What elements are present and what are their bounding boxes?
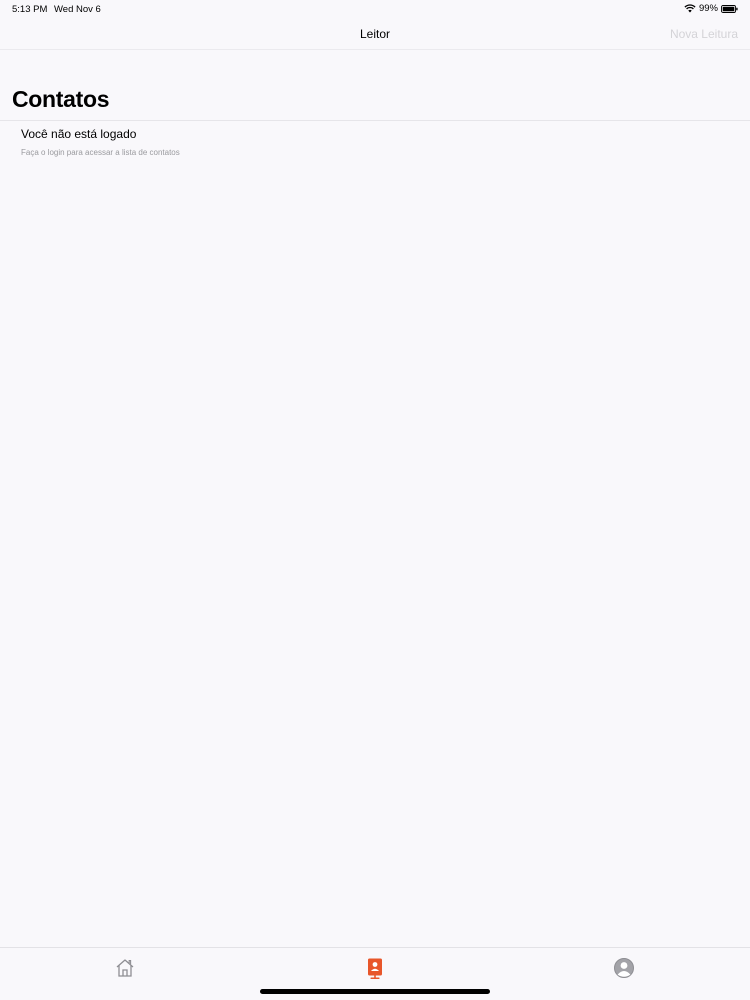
tab-profile[interactable]	[612, 956, 636, 980]
tab-contacts[interactable]	[363, 956, 387, 980]
status-date: Wed Nov 6	[54, 4, 101, 15]
title-divider	[0, 120, 750, 121]
status-right: 99%	[684, 3, 738, 14]
status-bar: 5:13 PM Wed Nov 6 99%	[0, 0, 750, 18]
home-icon	[113, 956, 137, 980]
not-logged-in-title: Você não está logado	[21, 127, 137, 141]
nav-title: Leitor	[359, 27, 391, 41]
contacts-icon	[363, 956, 387, 980]
status-time: 5:13 PM	[12, 4, 48, 15]
battery-icon	[721, 4, 738, 13]
navigation-bar: Leitor Nova Leitura	[0, 18, 750, 50]
new-reading-button[interactable]: Nova Leitura	[670, 27, 738, 41]
tab-home[interactable]	[113, 956, 137, 980]
not-logged-in-subtitle: Faça o login para acessar a lista de con…	[21, 148, 180, 157]
page-title: Contatos	[12, 86, 110, 112]
battery-percent: 99%	[698, 3, 718, 14]
home-indicator	[260, 989, 490, 994]
wifi-icon	[684, 4, 696, 13]
profile-icon	[612, 956, 636, 980]
screen: 5:13 PM Wed Nov 6 99% Leitor Nova Leitur…	[0, 0, 750, 1000]
